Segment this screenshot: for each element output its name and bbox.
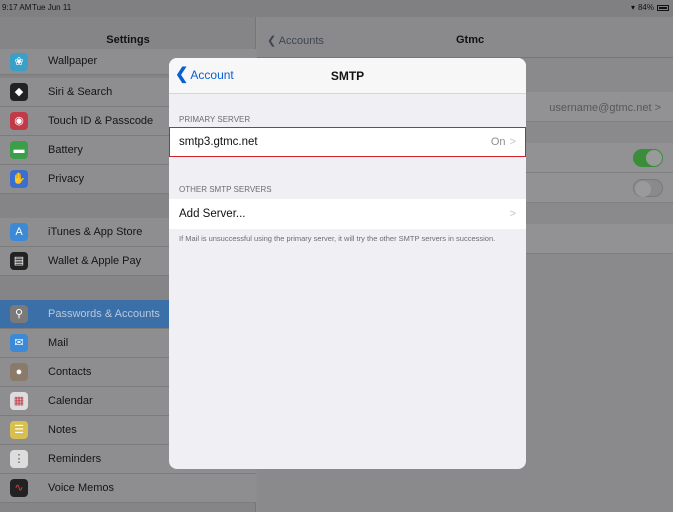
sidebar-item-label: Wallpaper bbox=[48, 55, 98, 67]
status-bar: 9:17 AM Tue Jun 11 ▾ 84% bbox=[0, 0, 673, 17]
battery-icon: ▬ bbox=[10, 141, 28, 159]
modal-nav-bar: ❮ Account SMTP bbox=[169, 58, 526, 94]
smtp-footer-note: If Mail is unsuccessful using the primar… bbox=[179, 234, 496, 243]
sidebar-item-label: Mail bbox=[48, 337, 69, 349]
sidebar-item-label: Contacts bbox=[48, 366, 92, 378]
status-time: 9:17 AM bbox=[2, 3, 32, 12]
modal-title: SMTP bbox=[330, 69, 365, 83]
voice-memos-icon: ∿ bbox=[10, 479, 28, 497]
sidebar-item-label: Notes bbox=[48, 424, 77, 436]
toggle-off[interactable] bbox=[633, 179, 663, 197]
mail-icon: ✉ bbox=[10, 334, 28, 352]
contacts-icon: ● bbox=[10, 363, 28, 381]
app-store-icon: A bbox=[10, 223, 28, 241]
sidebar-item-label: iTunes & App Store bbox=[48, 226, 143, 238]
primary-server-status: On > bbox=[491, 136, 516, 148]
sidebar-item-label: Reminders bbox=[48, 453, 102, 465]
primary-server-name: smtp3.gtmc.net bbox=[179, 136, 258, 148]
add-server-label: Add Server... bbox=[179, 208, 246, 220]
accounts-back-button[interactable]: ❮ Accounts bbox=[267, 34, 324, 47]
chevron-right-icon: > bbox=[509, 136, 516, 148]
smtp-modal: ❮ Account SMTP PRIMARY SERVER smtp3.gtmc… bbox=[169, 58, 526, 469]
sidebar-item-label: Wallet & Apple Pay bbox=[48, 255, 142, 267]
battery-percent: 84% bbox=[637, 3, 654, 12]
notes-icon: ☰ bbox=[10, 421, 28, 439]
primary-server-row[interactable]: smtp3.gtmc.net On > bbox=[169, 127, 526, 157]
siri-icon: ◆ bbox=[10, 83, 28, 101]
sidebar-item-label: Passwords & Accounts bbox=[48, 308, 160, 320]
sidebar-item-label: Battery bbox=[48, 144, 83, 156]
sidebar-item-label: Privacy bbox=[48, 173, 85, 185]
battery-status: ▾ 84% bbox=[631, 3, 669, 12]
primary-status-label: On bbox=[490, 136, 506, 148]
reminders-icon: ⋮ bbox=[10, 450, 28, 468]
hand-icon: ✋ bbox=[10, 170, 28, 188]
wallet-icon: ▤ bbox=[10, 252, 28, 270]
battery-icon bbox=[657, 4, 669, 11]
pane-title: Gtmc bbox=[456, 34, 485, 46]
wallpaper-icon: ❀ bbox=[10, 53, 28, 71]
sidebar-item-label: Touch ID & Passcode bbox=[48, 115, 154, 127]
add-server-chevron: > bbox=[506, 208, 516, 220]
sidebar-item-label: Siri & Search bbox=[48, 86, 113, 98]
other-servers-header: OTHER SMTP SERVERS bbox=[179, 185, 272, 194]
calendar-icon: ▦ bbox=[10, 392, 28, 410]
status-date: Tue Jun 11 bbox=[32, 3, 72, 12]
fingerprint-icon: ◉ bbox=[10, 112, 28, 130]
sidebar-item-label: Voice Memos bbox=[48, 482, 115, 494]
primary-server-header: PRIMARY SERVER bbox=[179, 115, 251, 124]
account-username: username@gtmc.net > bbox=[549, 102, 661, 114]
pane-nav-bar: ❮ Accounts Gtmc bbox=[257, 17, 673, 58]
toggle-on[interactable] bbox=[633, 149, 663, 167]
sidebar-item-label: Calendar bbox=[48, 395, 93, 407]
add-server-row[interactable]: Add Server... > bbox=[169, 199, 526, 229]
chevron-right-icon: > bbox=[509, 208, 516, 220]
wifi-icon: ▾ bbox=[630, 3, 635, 12]
sidebar-item-voice-memos[interactable]: ∿ Voice Memos bbox=[0, 474, 256, 503]
key-icon: ⚲ bbox=[10, 305, 28, 323]
accounts-back-label: Accounts bbox=[278, 35, 324, 47]
